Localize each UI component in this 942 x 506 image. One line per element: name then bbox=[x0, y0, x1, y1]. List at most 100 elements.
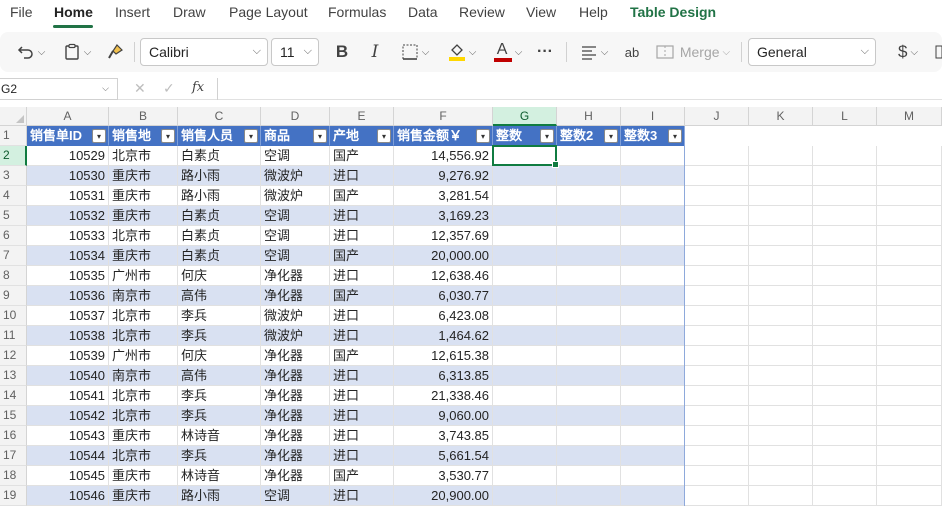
cell-a13[interactable]: 10540 bbox=[27, 366, 109, 386]
cell-j19[interactable] bbox=[685, 486, 749, 506]
cell-k8[interactable] bbox=[749, 266, 813, 286]
cell-g2[interactable] bbox=[493, 146, 557, 166]
cell-a4[interactable]: 10531 bbox=[27, 186, 109, 206]
table-header-cell[interactable]: 整数2 ▾ bbox=[557, 126, 621, 146]
cell-m16[interactable] bbox=[877, 426, 942, 446]
cell-f12[interactable]: 12,615.38 bbox=[394, 346, 493, 366]
cell-k2[interactable] bbox=[749, 146, 813, 166]
cell-i19[interactable] bbox=[621, 486, 685, 506]
cell-f16[interactable]: 3,743.85 bbox=[394, 426, 493, 446]
cell-i18[interactable] bbox=[621, 466, 685, 486]
cell-m4[interactable] bbox=[877, 186, 942, 206]
borders-button[interactable]: ⌵ bbox=[395, 40, 435, 64]
cell-h14[interactable] bbox=[557, 386, 621, 406]
cell-h11[interactable] bbox=[557, 326, 621, 346]
cell-e7[interactable]: 国产 bbox=[330, 246, 394, 266]
cell-j3[interactable] bbox=[685, 166, 749, 186]
cell-a16[interactable]: 10543 bbox=[27, 426, 109, 446]
cell-g9[interactable] bbox=[493, 286, 557, 306]
cell-i7[interactable] bbox=[621, 246, 685, 266]
cell-l12[interactable] bbox=[813, 346, 877, 366]
cell-f9[interactable]: 6,030.77 bbox=[394, 286, 493, 306]
cell-j15[interactable] bbox=[685, 406, 749, 426]
column-header-b[interactable]: B bbox=[109, 107, 178, 126]
cell-c5[interactable]: 白素贞 bbox=[178, 206, 261, 226]
cell-h13[interactable] bbox=[557, 366, 621, 386]
cell-i13[interactable] bbox=[621, 366, 685, 386]
cell-l8[interactable] bbox=[813, 266, 877, 286]
cell-c8[interactable]: 何庆 bbox=[178, 266, 261, 286]
cell-g17[interactable] bbox=[493, 446, 557, 466]
cell-b11[interactable]: 北京市 bbox=[109, 326, 178, 346]
cell-g16[interactable] bbox=[493, 426, 557, 446]
cell-l17[interactable] bbox=[813, 446, 877, 466]
cell-d6[interactable]: 空调 bbox=[261, 226, 330, 246]
row-header-17[interactable]: 17 bbox=[0, 446, 27, 466]
cell-b17[interactable]: 北京市 bbox=[109, 446, 178, 466]
cell-c3[interactable]: 路小雨 bbox=[178, 166, 261, 186]
cell-l6[interactable] bbox=[813, 226, 877, 246]
cell-a12[interactable]: 10539 bbox=[27, 346, 109, 366]
cell-g14[interactable] bbox=[493, 386, 557, 406]
cell-f18[interactable]: 3,530.77 bbox=[394, 466, 493, 486]
cell-h2[interactable] bbox=[557, 146, 621, 166]
cell-a18[interactable]: 10545 bbox=[27, 466, 109, 486]
wrap-text-button[interactable]: ab bbox=[620, 40, 644, 64]
fill-color-button[interactable]: ⌵ bbox=[442, 40, 482, 64]
cell-k12[interactable] bbox=[749, 346, 813, 366]
cell-i8[interactable] bbox=[621, 266, 685, 286]
cell-d14[interactable]: 净化器 bbox=[261, 386, 330, 406]
cell-c19[interactable]: 路小雨 bbox=[178, 486, 261, 506]
row-header-10[interactable]: 10 bbox=[0, 306, 27, 326]
cell-a17[interactable]: 10544 bbox=[27, 446, 109, 466]
cell-l18[interactable] bbox=[813, 466, 877, 486]
cell-d12[interactable]: 净化器 bbox=[261, 346, 330, 366]
filter-dropdown-icon[interactable]: ▾ bbox=[161, 129, 175, 143]
cell-b12[interactable]: 广州市 bbox=[109, 346, 178, 366]
cell-a11[interactable]: 10538 bbox=[27, 326, 109, 346]
row-header-15[interactable]: 15 bbox=[0, 406, 27, 426]
cell-d10[interactable]: 微波炉 bbox=[261, 306, 330, 326]
cell-k6[interactable] bbox=[749, 226, 813, 246]
cell-h6[interactable] bbox=[557, 226, 621, 246]
cell-a2[interactable]: 10529 bbox=[27, 146, 109, 166]
cell-l7[interactable] bbox=[813, 246, 877, 266]
cell-j9[interactable] bbox=[685, 286, 749, 306]
bold-button[interactable]: B bbox=[330, 40, 354, 64]
cell-b13[interactable]: 南京市 bbox=[109, 366, 178, 386]
table-header-cell[interactable]: 销售地 ▾ bbox=[109, 126, 178, 146]
undo-button[interactable]: ⌵ bbox=[12, 40, 50, 64]
more-options-button[interactable]: ··· bbox=[532, 40, 558, 64]
cell-k4[interactable] bbox=[749, 186, 813, 206]
cell-m2[interactable] bbox=[877, 146, 942, 166]
cell-e12[interactable]: 国产 bbox=[330, 346, 394, 366]
tab-data[interactable]: Data bbox=[408, 4, 438, 20]
formula-input[interactable] bbox=[217, 78, 942, 100]
cell-l16[interactable] bbox=[813, 426, 877, 446]
cell-c6[interactable]: 白素贞 bbox=[178, 226, 261, 246]
cell-g6[interactable] bbox=[493, 226, 557, 246]
cell-g12[interactable] bbox=[493, 346, 557, 366]
filter-dropdown-icon[interactable]: ▾ bbox=[668, 129, 682, 143]
cell-b7[interactable]: 重庆市 bbox=[109, 246, 178, 266]
cell-b15[interactable]: 北京市 bbox=[109, 406, 178, 426]
cell-g4[interactable] bbox=[493, 186, 557, 206]
cell-m19[interactable] bbox=[877, 486, 942, 506]
cell-m6[interactable] bbox=[877, 226, 942, 246]
column-header-j[interactable]: J bbox=[685, 107, 749, 126]
cell-m3[interactable] bbox=[877, 166, 942, 186]
table-header-cell[interactable]: 销售人员 ▾ bbox=[178, 126, 261, 146]
cell-f4[interactable]: 3,281.54 bbox=[394, 186, 493, 206]
tab-formulas[interactable]: Formulas bbox=[328, 4, 386, 20]
cell-m9[interactable] bbox=[877, 286, 942, 306]
cell-f19[interactable]: 20,900.00 bbox=[394, 486, 493, 506]
cell-j7[interactable] bbox=[685, 246, 749, 266]
cell-f17[interactable]: 5,661.54 bbox=[394, 446, 493, 466]
cell-f10[interactable]: 6,423.08 bbox=[394, 306, 493, 326]
cell-h3[interactable] bbox=[557, 166, 621, 186]
cell-c2[interactable]: 白素贞 bbox=[178, 146, 261, 166]
cell-m15[interactable] bbox=[877, 406, 942, 426]
cell-f2[interactable]: 14,556.92 bbox=[394, 146, 493, 166]
cell-e18[interactable]: 国产 bbox=[330, 466, 394, 486]
cell-a3[interactable]: 10530 bbox=[27, 166, 109, 186]
